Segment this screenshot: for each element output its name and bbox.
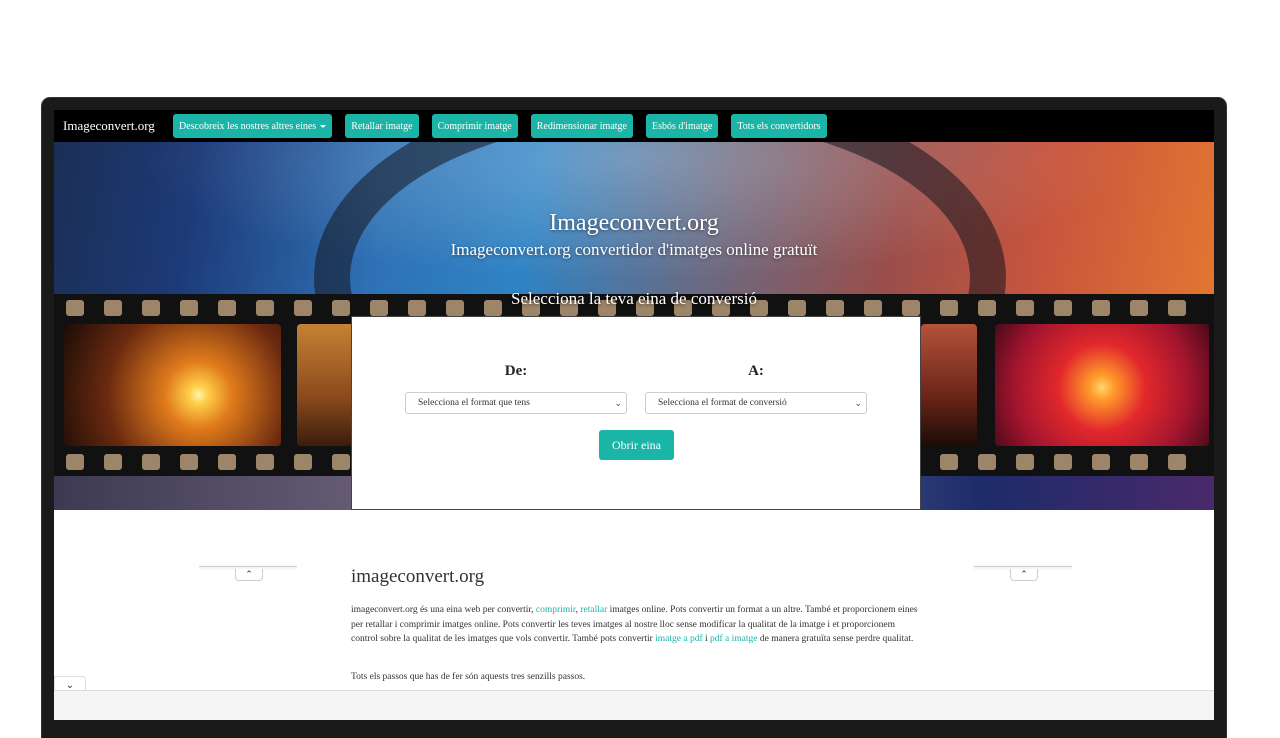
nav-all-converters[interactable]: Tots els convertidors <box>731 114 827 138</box>
chevron-down-icon: ⌄ <box>854 398 862 408</box>
photo-frame <box>921 324 977 446</box>
hero-select-prompt: Selecciona la teva eina de conversió <box>511 289 757 308</box>
bottom-panel <box>54 690 1214 720</box>
nav-compress-image[interactable]: Comprimir imatge <box>431 114 518 138</box>
nav-crop-image[interactable]: Retallar imatge <box>345 114 419 138</box>
from-label: De: <box>504 363 528 379</box>
chevron-up-icon: ⌃ <box>235 569 263 581</box>
converter-card: De: A: Selecciona el format que tens ⌄ S… <box>351 316 921 510</box>
nav-discover-label: Descobreix les nostres altres eines <box>179 120 317 132</box>
open-tool-button[interactable]: Obrir eina <box>599 430 674 460</box>
content-title: imageconvert.org <box>351 566 485 587</box>
to-label: A: <box>748 363 764 379</box>
top-navbar: Imageconvert.org Descobreix les nostres … <box>54 110 1214 142</box>
tab-divider <box>199 566 297 567</box>
nav-resize-image[interactable]: Redimensionar imatge <box>530 114 633 138</box>
sunset-photo-frame <box>64 324 281 446</box>
link-pdf-to-image[interactable]: pdf a imatge <box>710 634 757 644</box>
link-image-to-pdf[interactable]: imatge a pdf <box>655 634 702 644</box>
chevron-down-icon: ⌄ <box>614 398 622 408</box>
link-compress[interactable]: comprimir <box>536 605 576 615</box>
nav-image-sketch[interactable]: Esbós d'imatge <box>645 114 719 138</box>
paragraph-text: imageconvert.org és una eina web per con… <box>351 605 536 615</box>
to-format-value: Selecciona el format de conversió <box>658 398 787 408</box>
brand-logo[interactable]: Imageconvert.org <box>63 118 173 134</box>
to-format-select[interactable]: Selecciona el format de conversió ⌄ <box>645 392 867 414</box>
right-collapse-tab[interactable]: ⌃ <box>974 566 1072 581</box>
photo-frame <box>297 324 357 446</box>
hero-subtitle: Imageconvert.org convertidor d'imatges o… <box>450 240 818 259</box>
browser-viewport: Imageconvert.org Descobreix les nostres … <box>54 110 1214 720</box>
hero-title: Imageconvert.org <box>549 210 719 236</box>
from-format-select[interactable]: Selecciona el format que tens ⌄ <box>405 392 627 414</box>
paragraph-text: de manera gratuïta sense perdre qualitat… <box>757 634 914 644</box>
paragraph-text: i <box>702 634 711 644</box>
chevron-down-icon: ⌄ <box>65 679 75 691</box>
link-crop[interactable]: retallar <box>580 605 607 615</box>
steps-intro: Tots els passos que has de fer són aques… <box>351 672 586 682</box>
from-format-value: Selecciona el format que tens <box>418 398 530 408</box>
nav-discover-dropdown[interactable]: Descobreix les nostres altres eines <box>173 114 333 138</box>
left-collapse-tab[interactable]: ⌃ <box>199 566 297 581</box>
content-paragraph: imageconvert.org és una eina web per con… <box>351 603 921 647</box>
palm-sunset-photo-frame <box>995 324 1209 446</box>
chevron-up-icon: ⌃ <box>1010 569 1038 581</box>
tab-divider <box>974 566 1072 567</box>
caret-down-icon <box>320 124 327 128</box>
